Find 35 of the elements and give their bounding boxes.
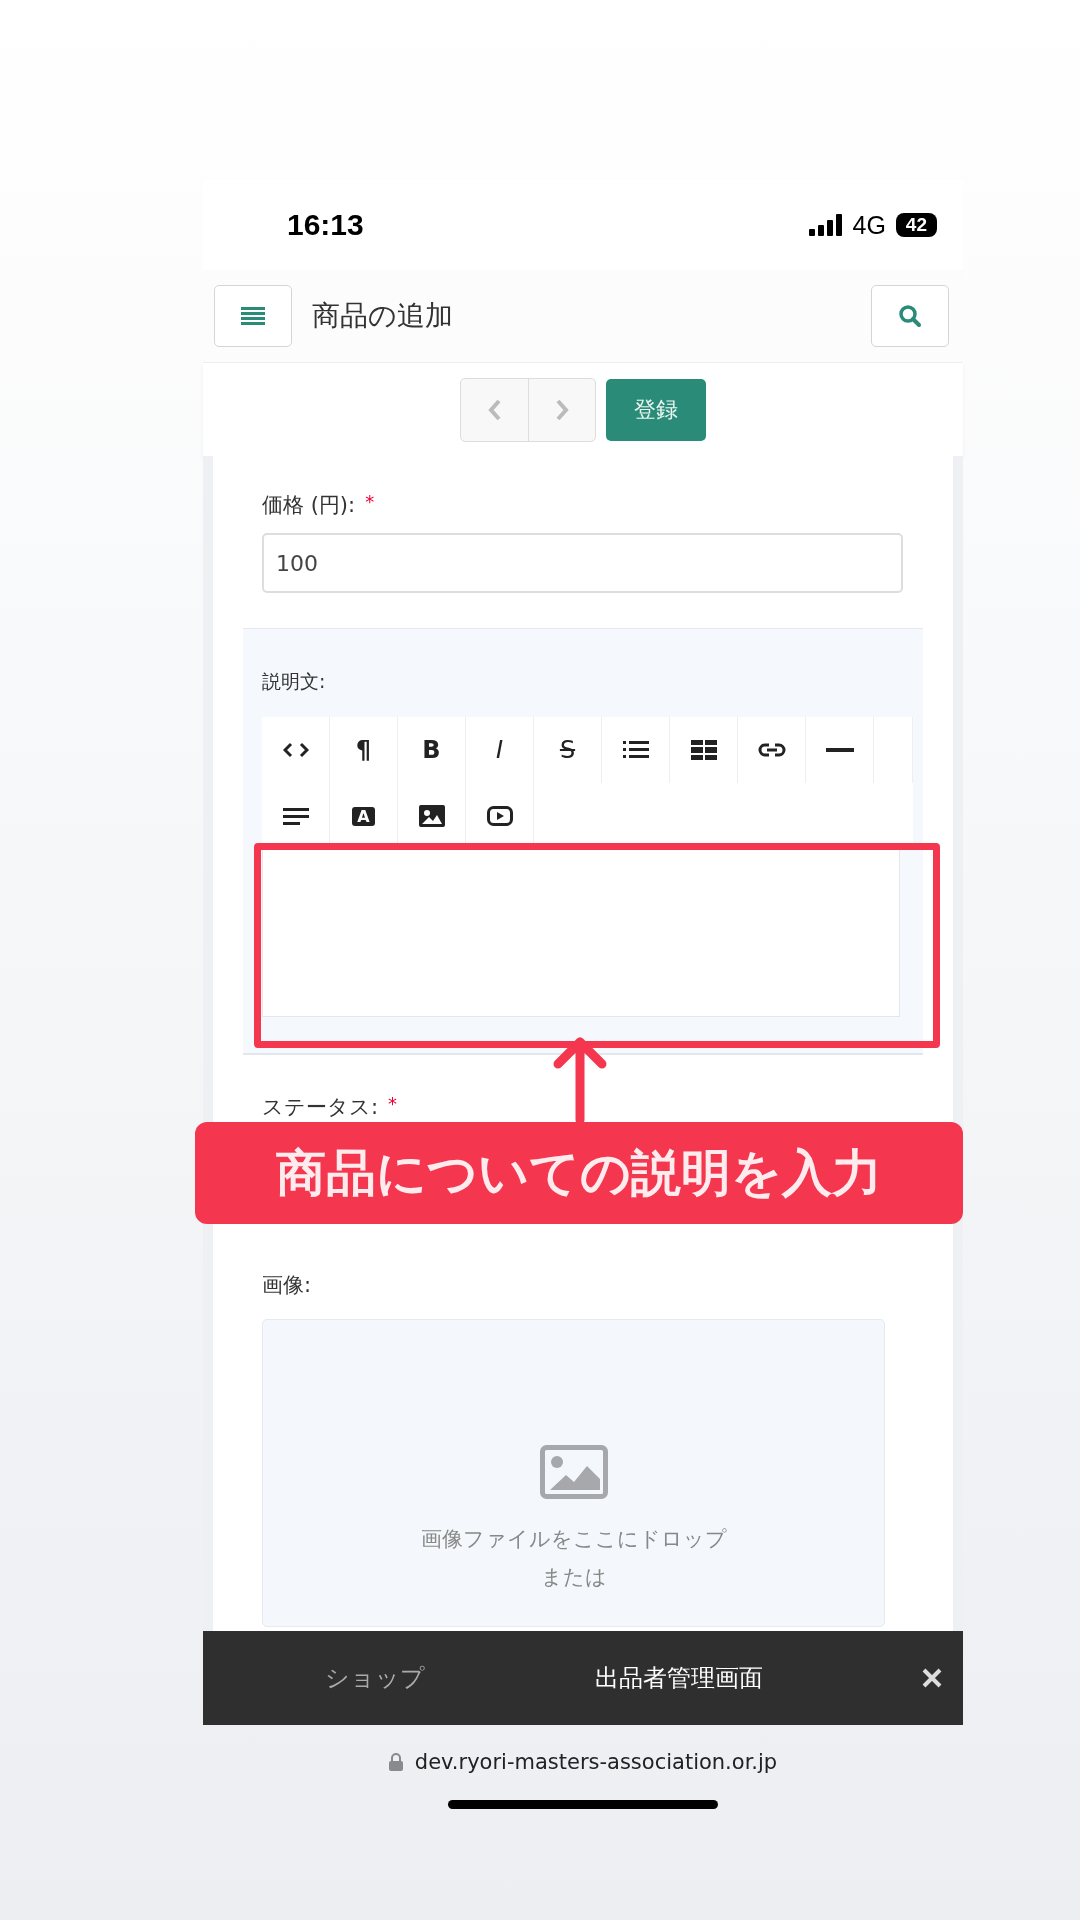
image-placeholder-icon — [539, 1445, 608, 1499]
chevron-right-icon — [555, 398, 569, 421]
status-label: ステータス: — [262, 1094, 379, 1121]
price-field[interactable]: 100 — [262, 533, 903, 593]
search-button[interactable] — [871, 285, 949, 347]
image-label: 画像: — [262, 1272, 313, 1299]
description-label: 説明文: — [262, 669, 327, 694]
bottom-tab[interactable]: 出品者管理画面 — [595, 1662, 763, 1694]
battery-level: 42 — [895, 213, 937, 237]
or-text: または — [540, 1564, 607, 1591]
drop-hint: 画像ファイルをここにドロップ — [420, 1526, 727, 1553]
video-icon — [486, 806, 513, 826]
close-icon[interactable] — [921, 1667, 943, 1689]
required-mark: * — [388, 1093, 398, 1116]
menu-button[interactable] — [214, 285, 292, 347]
chevron-left-icon — [487, 398, 502, 421]
list-icon — [622, 741, 649, 759]
register-button[interactable]: 登録 — [606, 378, 706, 441]
bottom-tab[interactable]: ショップ — [325, 1662, 425, 1694]
price-label: 価格 (円): — [262, 492, 356, 519]
menu-icon — [241, 307, 265, 325]
search-icon — [898, 304, 922, 328]
link-icon — [757, 742, 786, 758]
url-text: dev.ryori-masters-association.or.jp — [414, 1750, 778, 1774]
clock-time: 16:13 — [287, 208, 364, 242]
lock-icon — [388, 1753, 403, 1771]
align-left-icon — [282, 807, 309, 825]
page-title: 商品の追加 — [312, 298, 453, 334]
signal-icon — [808, 214, 843, 236]
required-mark: * — [365, 491, 375, 514]
image-icon — [418, 805, 445, 827]
table-icon — [690, 740, 717, 760]
code-icon — [282, 742, 309, 758]
annotation-banner: 商品についての説明を入力 — [195, 1122, 963, 1224]
network-type: 4G — [852, 210, 886, 240]
